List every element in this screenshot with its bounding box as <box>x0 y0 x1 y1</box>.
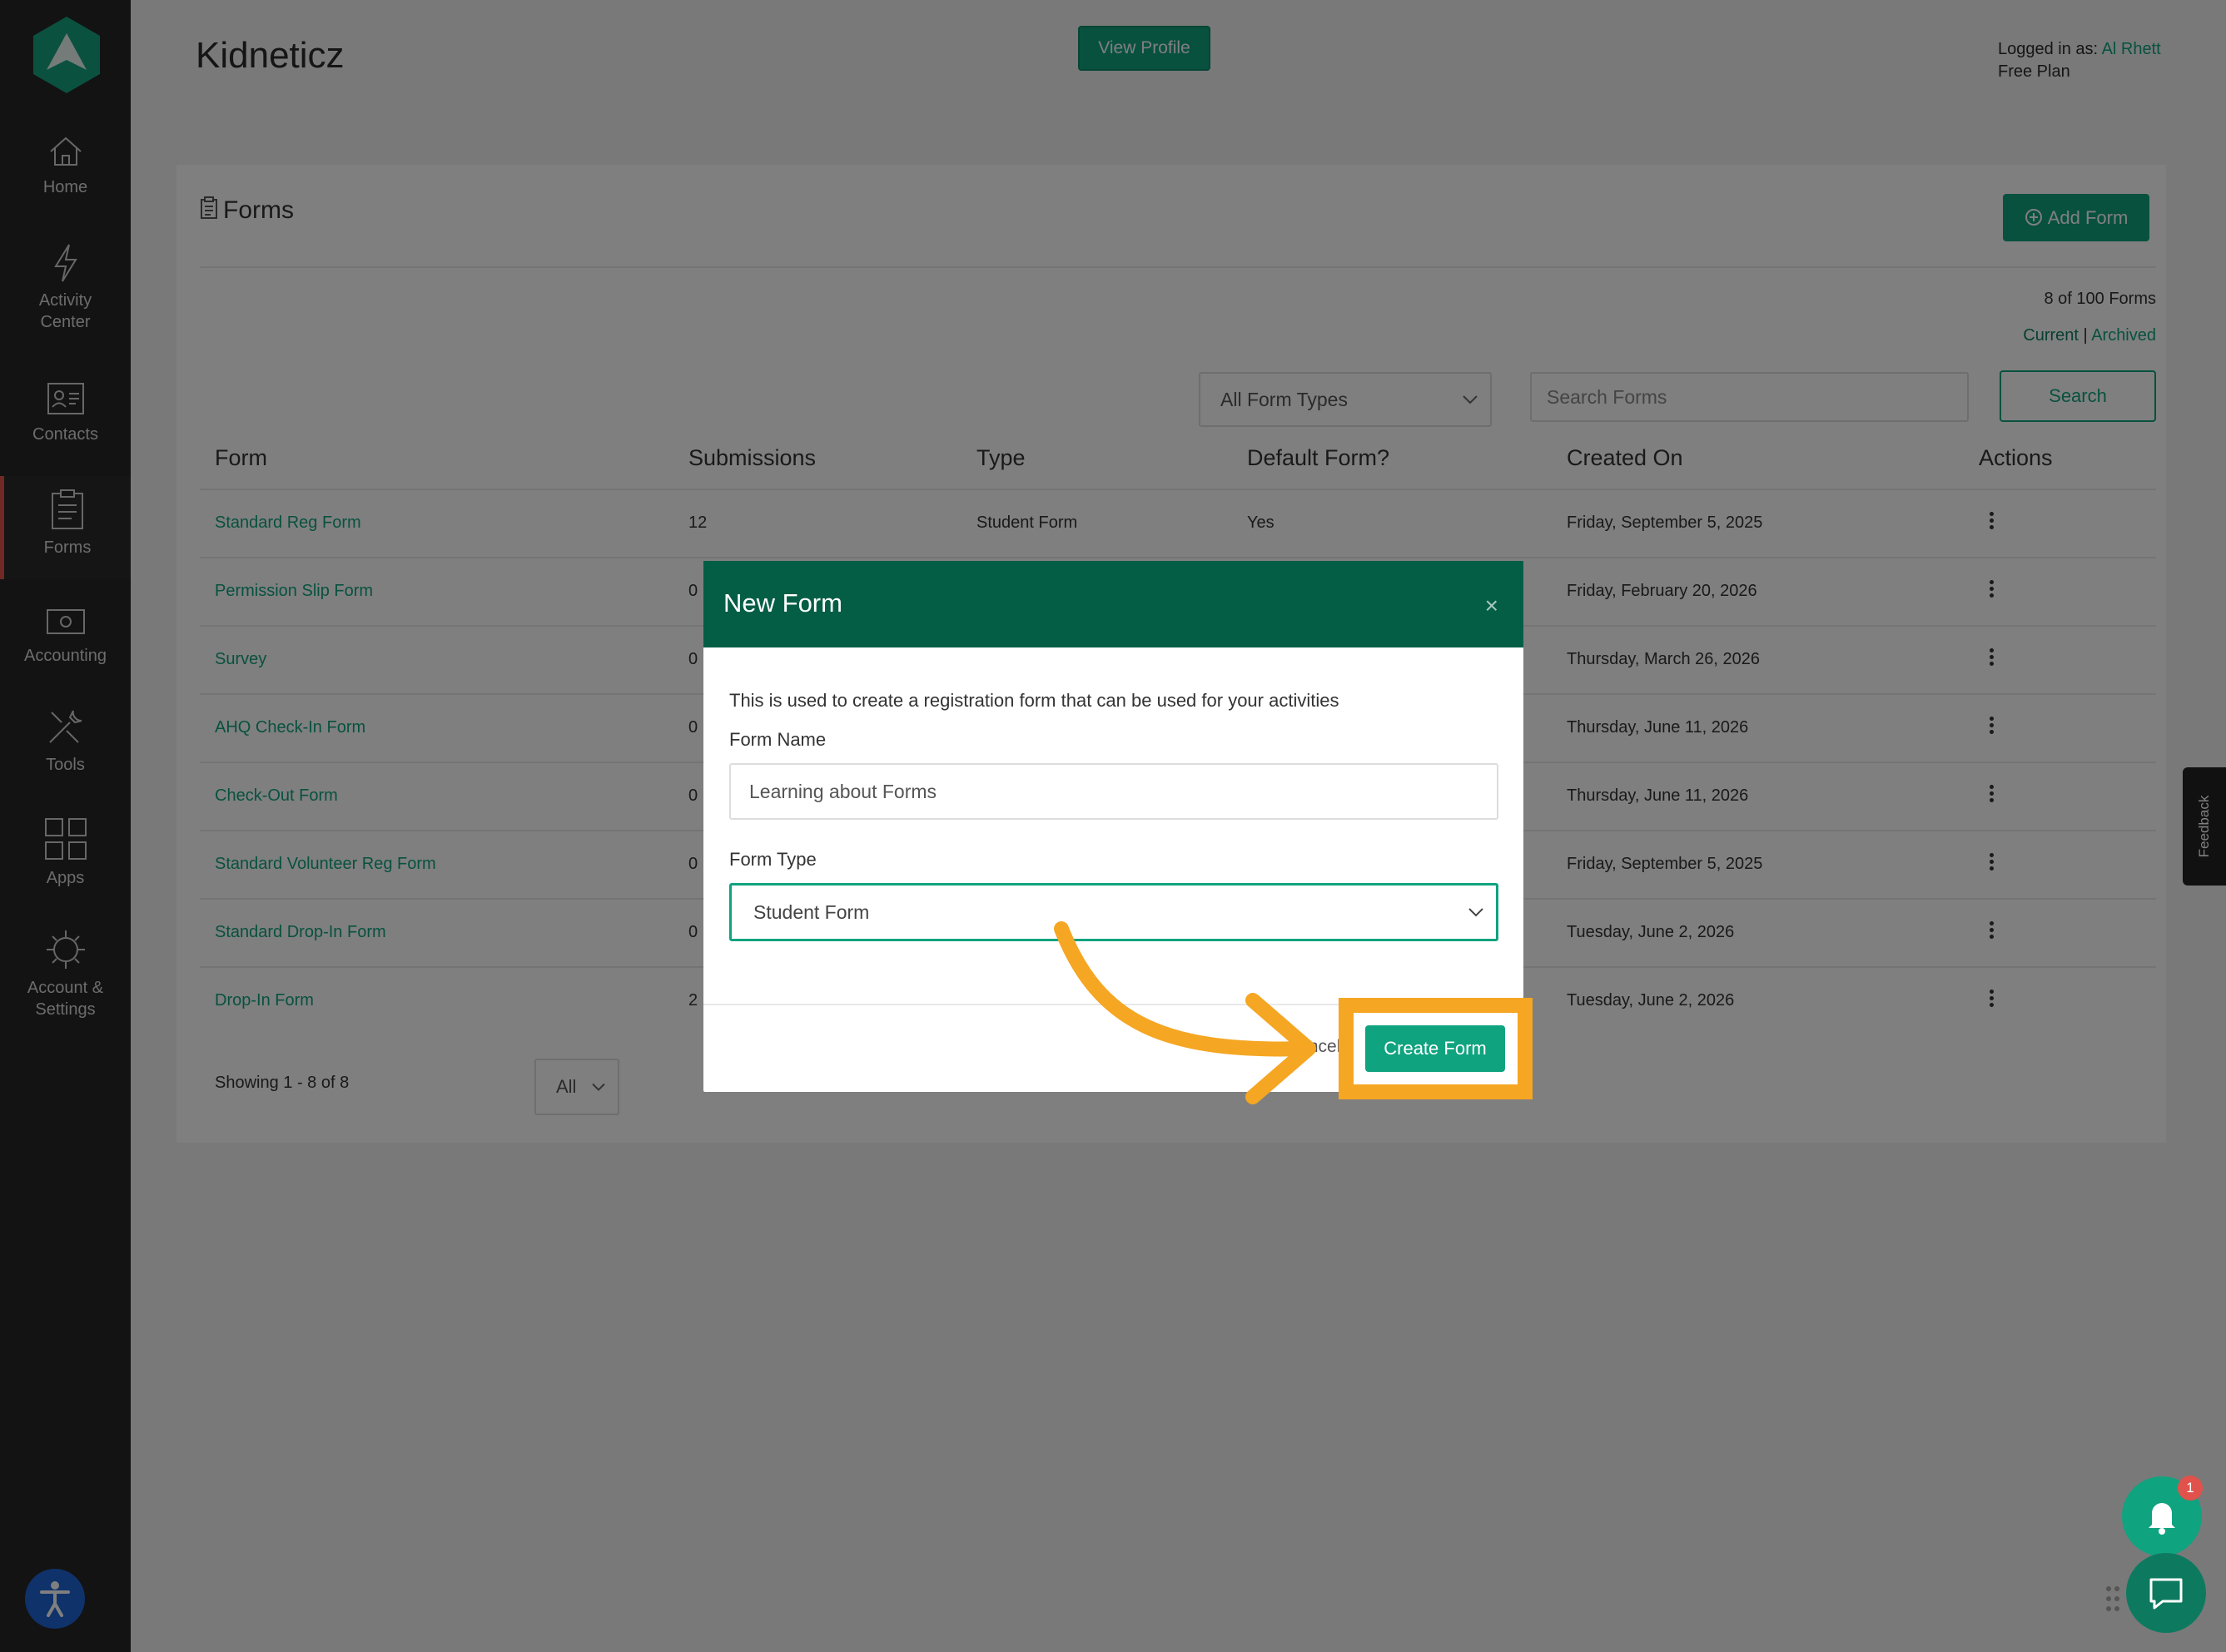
notification-count-badge: 1 <box>2178 1476 2203 1501</box>
drag-handle-icon[interactable] <box>2104 1584 2121 1614</box>
close-icon[interactable]: × <box>1485 593 1498 619</box>
modal-title: New Form <box>723 588 842 618</box>
create-form-button[interactable]: Create Form <box>1365 1025 1505 1072</box>
chevron-down-icon <box>1468 908 1483 917</box>
chat-icon <box>2149 1578 2183 1610</box>
modal-header: New Form × <box>703 561 1523 647</box>
form-type-label: Form Type <box>729 849 817 870</box>
form-type-value: Student Form <box>753 901 870 923</box>
form-name-label: Form Name <box>729 729 827 750</box>
arrow-annotation-icon <box>1054 921 1316 1104</box>
form-name-input[interactable]: Learning about Forms <box>729 763 1498 820</box>
modal-description: This is used to create a registration fo… <box>729 690 1339 711</box>
chat-button[interactable] <box>2126 1553 2206 1633</box>
